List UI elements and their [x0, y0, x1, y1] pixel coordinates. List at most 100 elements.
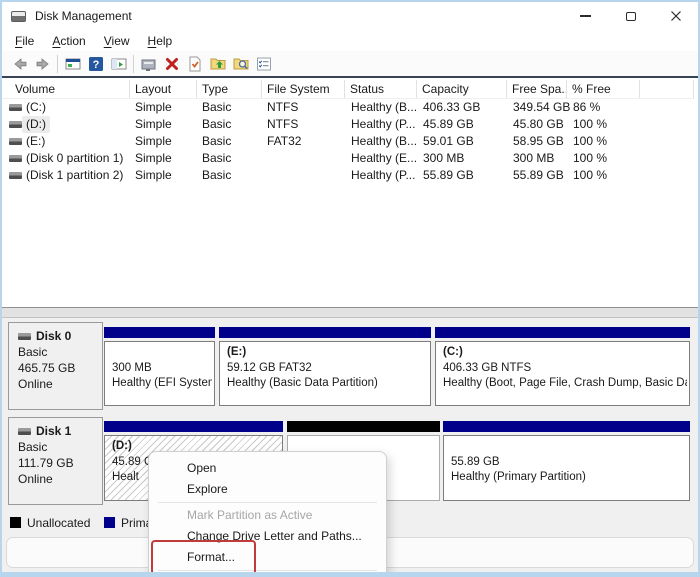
minimize-button[interactable]	[563, 2, 608, 30]
check-document-icon[interactable]	[183, 53, 206, 75]
menu-action[interactable]: Action	[43, 32, 94, 50]
column-header-capacity[interactable]: Capacity	[417, 80, 507, 98]
disk-kind: Basic	[18, 439, 102, 455]
console-tree-icon[interactable]	[107, 53, 130, 75]
help-icon[interactable]: ?	[84, 53, 107, 75]
menu-item-explore[interactable]: Explore	[149, 479, 386, 500]
cell-free-space: 55.89 GB	[513, 167, 564, 184]
pane-splitter[interactable]	[0, 307, 700, 318]
column-header-status[interactable]: Status	[345, 80, 417, 98]
cell-free-space: 300 MB	[513, 150, 554, 167]
cell-capacity: 55.89 GB	[423, 167, 474, 184]
delete-icon[interactable]	[160, 53, 183, 75]
menu-item-format[interactable]: Format...	[149, 547, 386, 568]
partition-status: Healthy (Basic Data Partition)	[227, 376, 428, 392]
disk0-partition1-bar	[104, 327, 215, 338]
partition-context-menu: Open Explore Mark Partition as Active Ch…	[148, 451, 387, 577]
column-header-type[interactable]: Type	[197, 80, 262, 98]
unallocated-swatch-icon	[10, 517, 21, 528]
cell-free-space: 45.80 GB	[513, 116, 564, 133]
folder-up-icon[interactable]	[206, 53, 229, 75]
partition-title	[112, 345, 212, 361]
table-row-e[interactable]: (E:) Simple Basic FAT32 Healthy (B... 59…	[2, 133, 694, 150]
cell-file-system: NTFS	[267, 99, 298, 116]
console-window-icon[interactable]	[61, 53, 84, 75]
cell-pct-free: 100 %	[573, 116, 607, 133]
table-row-d-selected[interactable]: (D:) Simple Basic NTFS Healthy (P... 45.…	[2, 116, 694, 133]
menu-bar: File Action View Help	[2, 30, 698, 51]
partition-title: (E:)	[227, 345, 428, 361]
disk0-partition-c[interactable]: (C:) 406.33 GB NTFS Healthy (Boot, Page …	[435, 341, 690, 406]
forward-arrow-icon[interactable]	[31, 53, 54, 75]
table-row-c[interactable]: (C:) Simple Basic NTFS Healthy (B... 406…	[2, 99, 694, 116]
legend-unallocated: Unallocated	[10, 514, 90, 531]
menu-item-mark-partition-active: Mark Partition as Active	[149, 505, 386, 526]
volume-drive-icon	[9, 104, 22, 111]
cell-pct-free: 100 %	[573, 167, 607, 184]
primary-swatch-icon	[104, 517, 115, 528]
partition-status: Healthy (Primary Partition)	[451, 470, 687, 486]
cell-volume: (C:)	[26, 99, 46, 116]
disk0-info-panel[interactable]: Disk 0 Basic 465.75 GB Online	[8, 322, 103, 410]
cell-capacity: 59.01 GB	[423, 133, 474, 150]
menu-separator	[158, 570, 377, 571]
close-button[interactable]	[653, 2, 698, 30]
close-icon	[670, 10, 682, 22]
column-header-free-space[interactable]: Free Spa...	[507, 80, 567, 98]
maximize-button[interactable]	[608, 2, 653, 30]
cell-capacity: 406.33 GB	[423, 99, 480, 116]
column-header-pct-free[interactable]: % Free	[567, 80, 640, 98]
cell-free-space: 58.95 GB	[513, 133, 564, 150]
title-bar: Disk Management	[2, 2, 698, 30]
disk1-primary-partition[interactable]: 55.89 GB Healthy (Primary Partition)	[443, 435, 690, 501]
window-title: Disk Management	[35, 9, 132, 23]
cell-pct-free: 86 %	[573, 99, 600, 116]
disk0-partition3-bar	[435, 327, 690, 338]
column-header-volume[interactable]: Volume	[2, 80, 130, 98]
partition-size: 59.12 GB FAT32	[227, 361, 428, 377]
table-row-disk0-partition1[interactable]: (Disk 0 partition 1) Simple Basic Health…	[2, 150, 694, 167]
column-header-empty	[640, 80, 694, 98]
table-row-disk1-partition2[interactable]: (Disk 1 partition 2) Simple Basic Health…	[2, 167, 694, 184]
partition-title: (C:)	[443, 345, 687, 361]
cell-status: Healthy (E...	[351, 150, 417, 167]
cell-layout: Simple	[135, 116, 172, 133]
partition-title	[451, 439, 687, 455]
window-controls	[563, 2, 698, 30]
disk0-partition1[interactable]: 300 MB Healthy (EFI System	[104, 341, 215, 406]
disk-state: Online	[18, 376, 102, 392]
disk-kind: Basic	[18, 344, 102, 360]
partition-status: Healthy (Boot, Page File, Crash Dump, Ba…	[443, 376, 687, 392]
disk0-partition-e[interactable]: (E:) 59.12 GB FAT32 Healthy (Basic Data …	[219, 341, 431, 406]
disk0-partition2-bar	[219, 327, 431, 338]
window-border	[0, 572, 700, 577]
disk1-partition3-bar	[443, 421, 690, 432]
folder-search-icon[interactable]	[229, 53, 252, 75]
menu-item-change-drive-letter[interactable]: Change Drive Letter and Paths...	[149, 526, 386, 547]
volume-drive-icon	[9, 121, 22, 128]
disk-icon	[18, 428, 31, 435]
cell-free-space: 349.54 GB	[513, 99, 570, 116]
back-arrow-icon[interactable]	[8, 53, 31, 75]
partition-size: 406.33 GB NTFS	[443, 361, 687, 377]
cell-status: Healthy (B...	[351, 99, 417, 116]
partition-status: Healthy (EFI System	[112, 376, 212, 392]
cell-volume: (Disk 0 partition 1)	[26, 150, 123, 167]
column-header-layout[interactable]: Layout	[130, 80, 197, 98]
disk-size: 465.75 GB	[18, 360, 102, 376]
disk1-info-panel[interactable]: Disk 1 Basic 111.79 GB Online	[8, 417, 103, 505]
menu-help[interactable]: Help	[139, 32, 182, 50]
menu-view[interactable]: View	[95, 32, 139, 50]
disk-size: 111.79 GB	[18, 455, 102, 471]
cell-file-system: NTFS	[267, 116, 298, 133]
disk-management-window: Disk Management File Action View Help ?	[0, 0, 700, 577]
column-header-file-system[interactable]: File System	[262, 80, 345, 98]
partition-size: 300 MB	[112, 361, 212, 377]
volume-list: Volume Layout Type File System Status Ca…	[2, 78, 698, 307]
view-list-icon[interactable]	[252, 53, 275, 75]
menu-file[interactable]: File	[6, 32, 43, 50]
app-drive-icon	[11, 11, 26, 22]
properties-console-icon[interactable]	[137, 53, 160, 75]
menu-item-open[interactable]: Open	[149, 458, 386, 479]
minimize-icon	[580, 15, 591, 17]
